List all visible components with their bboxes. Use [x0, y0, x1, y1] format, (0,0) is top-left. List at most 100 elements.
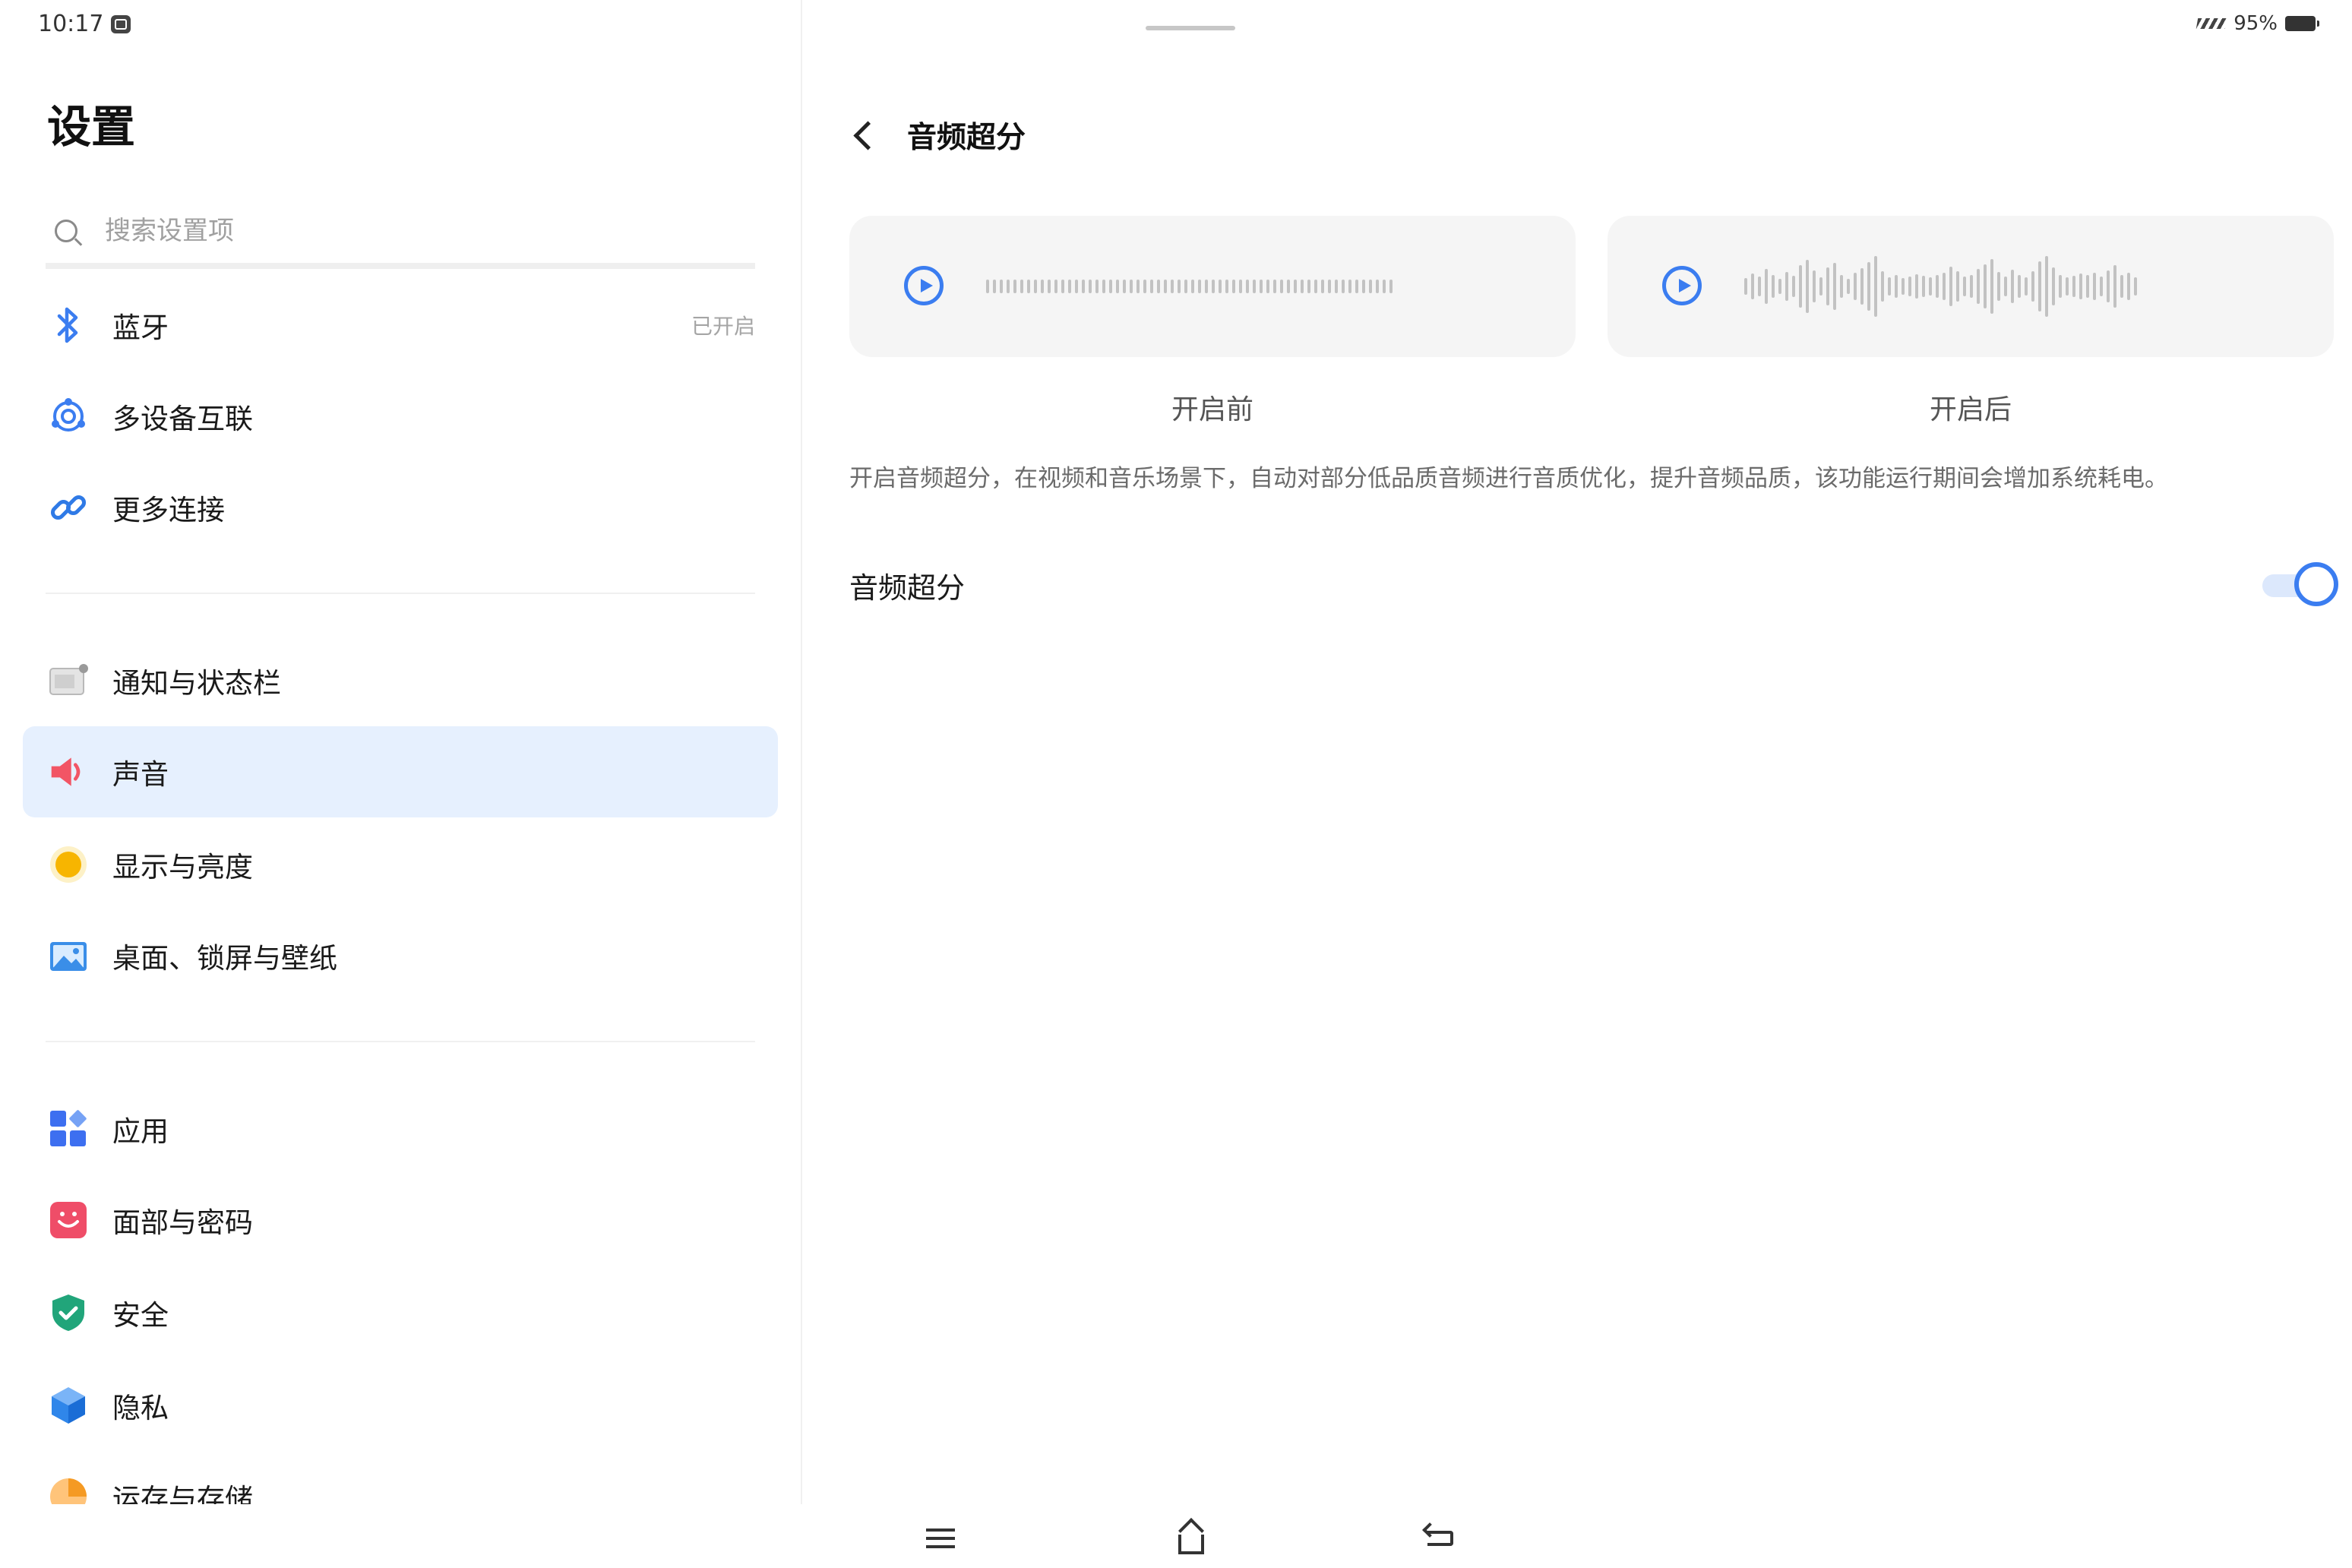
- waveform-bar: [1000, 280, 1003, 293]
- waveform-bar: [1383, 280, 1386, 293]
- waveform-bar: [1246, 280, 1249, 293]
- waveform-bar: [1376, 280, 1379, 293]
- sidebar-item-label: 安全: [112, 1299, 169, 1332]
- face-password-icon: [49, 1200, 88, 1240]
- waveform-bar: [1232, 280, 1235, 293]
- waveform-bar: [1136, 280, 1140, 293]
- waveform-bar: [2031, 271, 2034, 302]
- waveform-bar: [1212, 280, 1215, 293]
- privacy-cube-icon: [49, 1386, 88, 1425]
- waveform-bar: [1328, 280, 1331, 293]
- waveform-bar: [1854, 273, 1857, 300]
- sidebar-item-wallpaper[interactable]: 桌面、锁屏与壁纸: [23, 910, 778, 1001]
- waveform-bar: [1929, 277, 1932, 296]
- waveform-bar: [1314, 280, 1317, 293]
- nav-back-button[interactable]: [1418, 1519, 1463, 1557]
- sidebar-item-label: 多设备互联: [112, 403, 253, 435]
- sidebar-item-security[interactable]: 安全: [23, 1267, 778, 1358]
- waveform-bar: [1792, 276, 1795, 297]
- sidebar-item-storage[interactable]: 运存与存储: [23, 1451, 778, 1504]
- waveform-bar: [1915, 274, 1918, 299]
- back-button[interactable]: [845, 114, 883, 156]
- chevron-left-icon: [852, 120, 883, 150]
- audio-upscale-setting-row[interactable]: 音频超分: [849, 555, 2338, 615]
- waveform-bar: [1840, 275, 1843, 298]
- split-drag-handle[interactable]: [1146, 26, 1235, 30]
- waveform-bar: [1225, 280, 1228, 293]
- search-bar[interactable]: [46, 199, 755, 269]
- sidebar-item-more-connections[interactable]: 更多连接: [23, 462, 778, 553]
- waveform-bar: [1123, 280, 1126, 293]
- audio-sample-before-card[interactable]: [849, 216, 1576, 357]
- waveform-bar: [1007, 280, 1010, 293]
- waveform-bar: [1273, 280, 1276, 293]
- play-icon[interactable]: [1662, 266, 1702, 305]
- audio-upscale-toggle[interactable]: [2262, 562, 2338, 606]
- waveform-bar: [1772, 275, 1775, 298]
- waveform-bar: [1205, 280, 1208, 293]
- waveform-bar: [1867, 262, 1870, 311]
- waveform-bar: [1348, 280, 1351, 293]
- sound-icon: [49, 752, 88, 792]
- link-icon: [49, 488, 88, 527]
- sidebar-item-bluetooth[interactable]: 蓝牙 已开启: [23, 280, 778, 371]
- waveform-bar: [1895, 275, 1898, 298]
- waveform-bar: [1362, 280, 1365, 293]
- search-input[interactable]: [103, 215, 714, 247]
- waveform-bar: [1943, 273, 1946, 300]
- waveform-bar: [1150, 280, 1153, 293]
- sidebar-item-sound[interactable]: 声音: [23, 726, 778, 817]
- sidebar-item-label: 蓝牙: [112, 311, 169, 344]
- apps-icon: [49, 1109, 88, 1149]
- waveform-bar: [2066, 277, 2069, 296]
- sidebar-item-notifications[interactable]: 通知与状态栏: [23, 635, 778, 726]
- audio-sample-after-card[interactable]: [1608, 216, 2334, 357]
- waveform-bar: [2120, 275, 2123, 298]
- sidebar-item-display[interactable]: 显示与亮度: [23, 819, 778, 910]
- nav-recents-button[interactable]: [918, 1519, 963, 1557]
- waveform-bar: [1013, 280, 1016, 293]
- waveform-bar: [1970, 275, 1973, 298]
- waveform-bar: [1799, 265, 1802, 308]
- waveform-bar: [1082, 280, 1085, 293]
- sidebar-item-label: 运存与存储: [112, 1483, 253, 1504]
- brightness-icon: [49, 845, 88, 884]
- waveform-bar: [1260, 280, 1263, 293]
- waveform-bar: [1874, 256, 1877, 317]
- waveform-bar: [1048, 280, 1051, 293]
- sidebar-item-privacy[interactable]: 隐私: [23, 1360, 778, 1451]
- waveform-bar: [1806, 260, 1809, 313]
- waveform-bar: [2018, 275, 2021, 298]
- search-icon: [55, 220, 77, 242]
- waveform-bar: [1191, 280, 1194, 293]
- nav-home-button[interactable]: [1168, 1519, 1214, 1557]
- sidebar-divider: [46, 593, 755, 594]
- waveform-bar: [2045, 256, 2048, 317]
- waveform-bar: [2052, 267, 2055, 305]
- waveform-bar: [1041, 280, 1044, 293]
- security-shield-icon: [49, 1293, 88, 1332]
- sidebar-item-label: 显示与亮度: [112, 851, 253, 884]
- sidebar-item-label: 面部与密码: [112, 1206, 253, 1239]
- waveform-bar: [1287, 280, 1290, 293]
- waveform-bar: [1020, 280, 1023, 293]
- waveform-bar: [1184, 280, 1187, 293]
- sidebar-item-apps[interactable]: 应用: [23, 1083, 778, 1174]
- waveform-bar: [1342, 280, 1345, 293]
- waveform-bar: [1266, 280, 1269, 293]
- status-right: 95%: [2196, 12, 2319, 35]
- waveform-bar: [1819, 277, 1822, 296]
- waveform-bar: [1355, 280, 1358, 293]
- waveform-bar: [1833, 263, 1836, 310]
- waveform-bar: [1068, 280, 1071, 293]
- waveform-bar: [1902, 278, 1905, 295]
- waveform-flat: [986, 248, 1449, 324]
- waveform-bar: [1778, 279, 1781, 294]
- waveform-bar: [2093, 273, 2096, 300]
- play-icon[interactable]: [904, 266, 944, 305]
- waveform-bar: [1294, 280, 1297, 293]
- sidebar-item-multi-device[interactable]: 多设备互联: [23, 371, 778, 462]
- storage-icon: [49, 1477, 88, 1504]
- waveform-bar: [1239, 280, 1242, 293]
- sidebar-item-face-password[interactable]: 面部与密码: [23, 1174, 778, 1266]
